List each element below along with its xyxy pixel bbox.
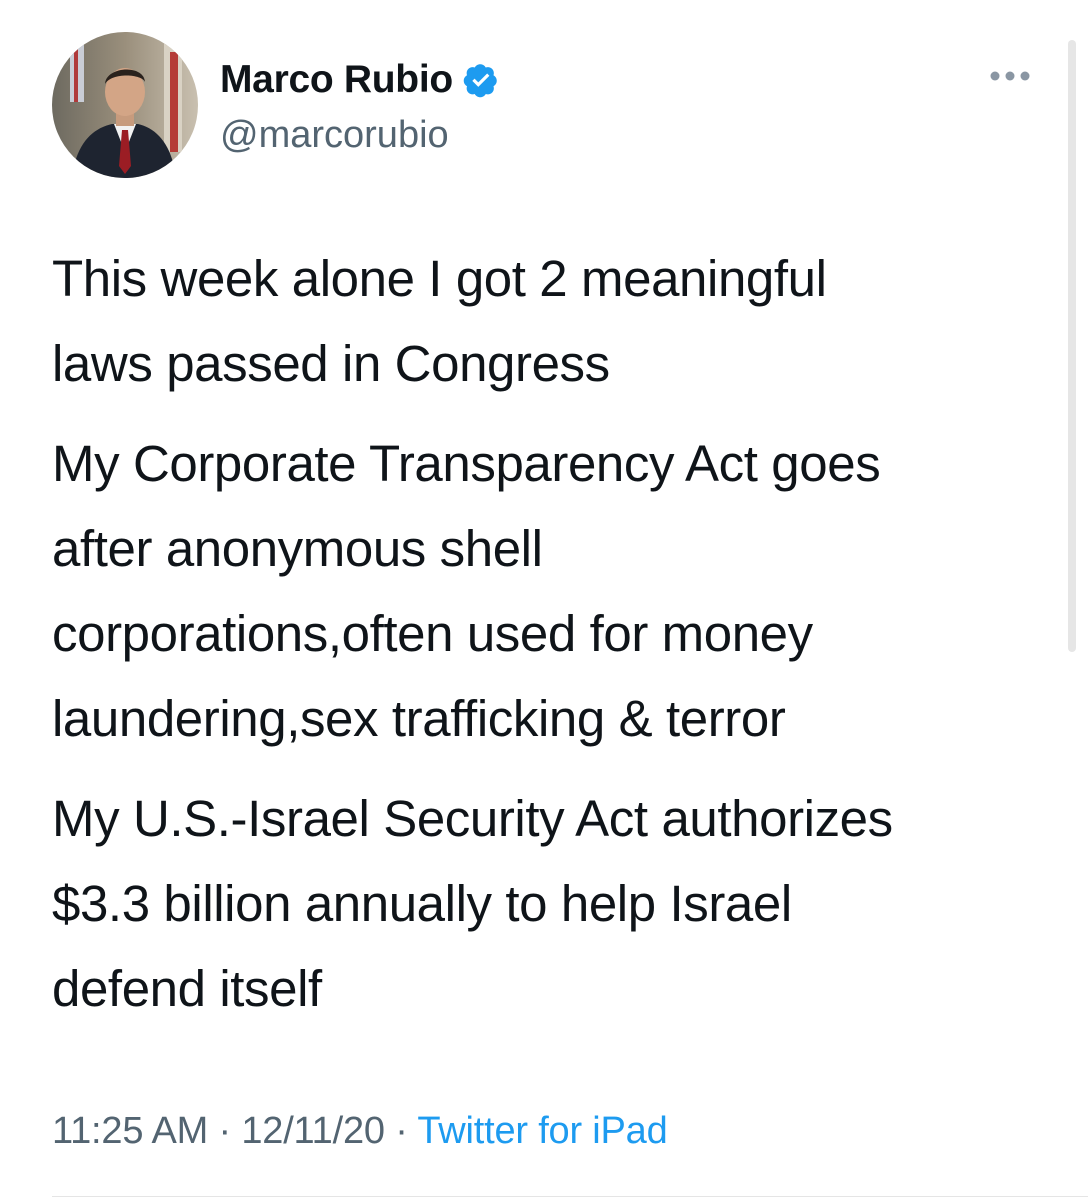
verified-badge-icon bbox=[463, 64, 497, 98]
tweet-paragraph: This week alone I got 2 meaningful laws … bbox=[52, 250, 827, 392]
display-name[interactable]: Marco Rubio bbox=[220, 58, 453, 102]
divider bbox=[52, 1196, 1088, 1197]
display-name-row: Marco Rubio bbox=[220, 56, 499, 104]
tweet-time[interactable]: 11:25 AM bbox=[52, 1110, 208, 1152]
avatar[interactable] bbox=[52, 32, 198, 178]
author-names: Marco Rubio @marcorubio bbox=[220, 56, 499, 157]
more-options-icon[interactable] bbox=[988, 68, 1032, 84]
tweet-text: This week alone I got 2 meaningful laws … bbox=[52, 236, 1042, 1046]
tweet-source-link[interactable]: Twitter for iPad bbox=[417, 1110, 667, 1152]
tweet-date[interactable]: 12/11/20 bbox=[241, 1110, 385, 1152]
scrollbar[interactable] bbox=[1068, 40, 1076, 652]
handle[interactable]: @marcorubio bbox=[220, 114, 499, 157]
meta-separator: · bbox=[395, 1110, 408, 1152]
tweet-meta: 11:25 AM · 12/11/20 · Twitter for iPad bbox=[52, 1110, 668, 1153]
avatar-photo bbox=[52, 32, 198, 178]
tweet-card: Marco Rubio @marcorubio This week alone … bbox=[0, 0, 1088, 1200]
tweet-header: Marco Rubio @marcorubio bbox=[52, 32, 1048, 182]
tweet-paragraph: My Corporate Transparency Act goes after… bbox=[52, 435, 881, 747]
meta-separator: · bbox=[218, 1110, 232, 1152]
tweet-paragraph: My U.S.-Israel Security Act authorizes $… bbox=[52, 790, 893, 1017]
